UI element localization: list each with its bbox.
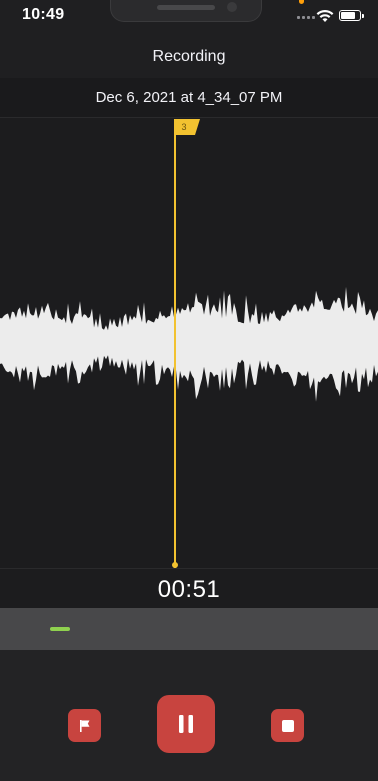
battery-icon: [339, 10, 361, 21]
recording-name-bar[interactable]: Dec 6, 2021 at 4_34_07 PM: [0, 78, 378, 118]
add-marker-button[interactable]: [68, 709, 101, 742]
elapsed-time: 00:51: [157, 576, 221, 603]
recording-name[interactable]: Dec 6, 2021 at 4_34_07 PM: [0, 78, 378, 118]
microphone-in-use-indicator: [299, 0, 304, 4]
wifi-icon: [316, 9, 334, 22]
recording-controls: [0, 650, 378, 781]
device-notch: [110, 0, 262, 22]
pause-icon: [179, 715, 193, 733]
status-bar: 10:49: [0, 0, 378, 40]
battery-tip: [362, 14, 364, 18]
notch-camera: [227, 2, 237, 12]
cellular-signal-icon: [297, 16, 315, 19]
stop-icon: [281, 719, 294, 732]
voice-recorder-screen: 10:49 Recording Dec 6, 2021 at 4_34_07 P…: [0, 0, 378, 781]
pause-button[interactable]: [157, 695, 215, 753]
waveform-area[interactable]: 3: [0, 118, 378, 568]
marker-number: 3: [181, 122, 187, 132]
timer-area: 00:51: [0, 568, 378, 608]
status-time: 10:49: [22, 6, 65, 23]
page-title: Recording: [152, 48, 226, 65]
stop-button[interactable]: [271, 709, 304, 742]
recording-overview-strip[interactable]: [0, 608, 378, 650]
flag-icon: [79, 719, 89, 732]
waveform-shape: [0, 286, 378, 402]
nav-bar: Recording: [0, 40, 378, 78]
battery-level-fill: [341, 12, 356, 19]
playhead-line[interactable]: [174, 126, 176, 568]
notch-speaker: [157, 5, 215, 10]
overview-position-indicator[interactable]: [50, 627, 70, 631]
audio-waveform: [0, 286, 378, 402]
